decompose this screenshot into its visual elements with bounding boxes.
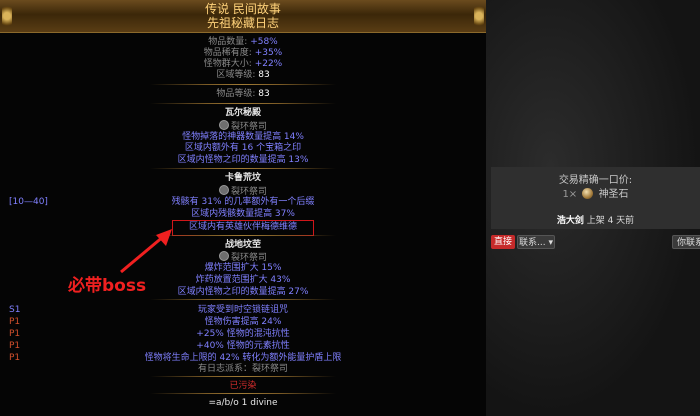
section-title: 卡鲁荒坟 [224,173,261,183]
item-note: =a/b/o 1 divine [208,398,278,408]
buy-button[interactable]: 直接 [491,235,515,249]
item-name: 先祖秘藏日志 [206,16,279,30]
trade-price-label: 交易精确一口价: [558,175,633,186]
separator [150,84,336,85]
faction-icon [218,120,229,130]
explicit-mod: +40% 怪物的元素抗性 [196,341,290,351]
section-mod: 区域内怪物之印的数量提高 13% [177,155,309,165]
chevron-down-icon: ▾ [548,238,553,248]
explicit-mod: 怪物将生命上限的 42% 转化为额外能量护盾上限 [144,353,342,363]
divine-orb-icon [582,188,594,199]
item-header: 传说 民间故事 先祖秘藏日志 [0,0,486,33]
highlight-box [172,220,314,236]
section-mod: 区域内额外有 16 个宝箱之印 [184,143,302,153]
seller-name[interactable]: 浩大剑 [557,216,584,226]
separator [150,168,336,169]
section-mod: 区域内残骸数量提高 37% [191,209,295,219]
prop-area-level: 区域等级: 83 [216,70,270,80]
separator [150,103,336,104]
section-mod: 残骸有 31% 的几率额外有一个后缀 [171,197,315,207]
whisper-button[interactable]: 你联系 [672,235,700,249]
prop-pack-size: 怪物群大小: +22% [203,59,283,69]
separator [150,235,336,236]
trade-price: 1× 神圣石 [491,185,700,200]
price-quantity: 1× [562,189,578,200]
explicit-mod: 玩家受到时空锁链诅咒 [197,305,288,315]
item-level: 物品等级: 83 [216,89,270,99]
corrupted-label: 已污染 [229,381,257,391]
section-mod: 怪物掉落的神器数量提高 14% [182,132,304,142]
trade-panel: 交易精确一口价: 1× 神圣石 浩大剑 上架 4 天前 [491,167,700,229]
annotation-text: 必带boss [68,276,147,296]
section-title: 瓦尔秘殿 [224,108,261,118]
prop-quantity: 物品数量: +58% [208,37,278,47]
item-tooltip: 传说 民间故事 先祖秘藏日志 物品数量: +58% 物品稀有度: +35% 怪物… [0,0,486,416]
separator [150,299,336,300]
listing-age: 上架 4 天前 [586,216,635,226]
item-rarity-line: 传说 民间故事 [205,2,281,16]
separator [150,376,336,377]
explicit-mod: 怪物伤害提高 24% [204,317,282,327]
seller-info: 浩大剑 上架 4 天前 [491,213,700,226]
contact-button[interactable]: 联系... ▾ [517,235,555,249]
price-currency: 神圣石 [598,189,629,200]
explicit-mod: +25% 怪物的混沌抗性 [196,329,290,339]
separator [150,393,336,394]
prop-rarity: 物品稀有度: +35% [203,48,283,58]
annotation-arrow-icon [120,229,172,274]
faction-icon [218,185,229,195]
faction-icon [218,251,229,261]
section-title: 战地坟茔 [224,240,261,250]
journal-faction: 有日志派系：裂环祭司 [197,364,288,374]
